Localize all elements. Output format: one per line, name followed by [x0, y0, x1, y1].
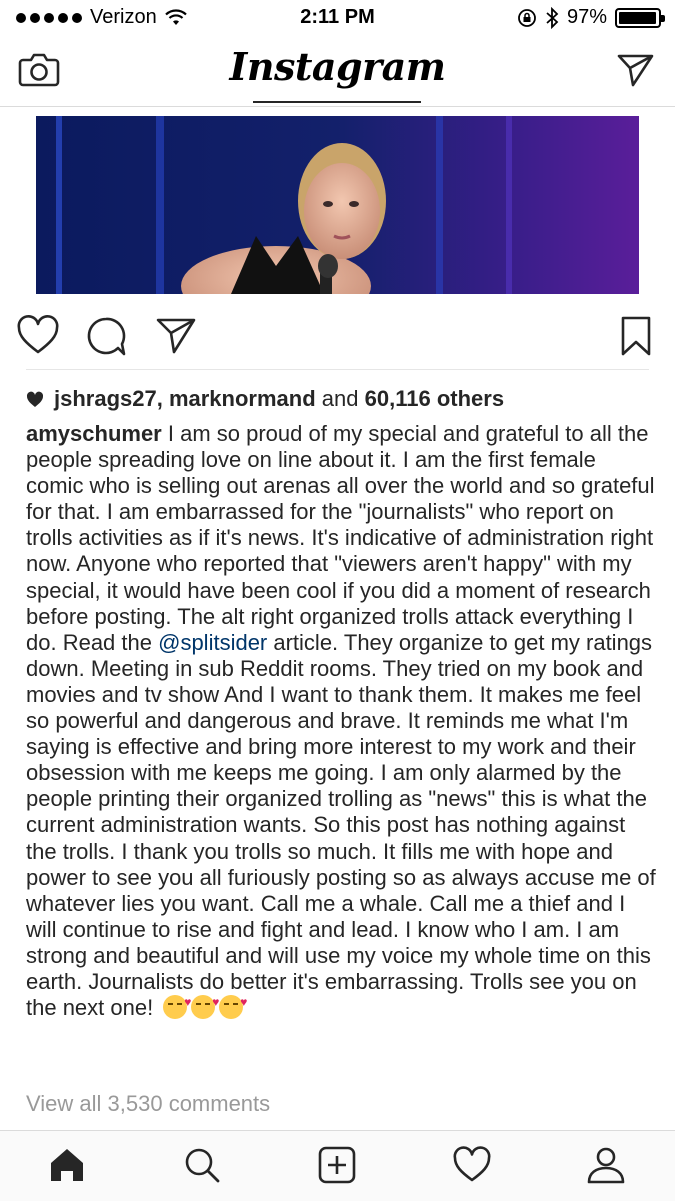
kiss-emoji-icon: [219, 989, 247, 1020]
likes-conjunction: and: [321, 386, 359, 411]
heart-icon[interactable]: [16, 314, 60, 358]
likes-heart-icon: [26, 391, 44, 407]
post-image[interactable]: [36, 116, 639, 294]
profile-icon[interactable]: [586, 1145, 626, 1185]
caption-text-part-2: article. They organize to get my ratings…: [26, 629, 656, 1021]
direct-message-icon[interactable]: [617, 52, 655, 88]
action-divider: [26, 369, 649, 370]
search-icon[interactable]: [182, 1145, 222, 1185]
instagram-logo[interactable]: Instagram: [0, 44, 675, 89]
share-icon[interactable]: [154, 314, 198, 358]
battery-percent: 97%: [566, 6, 607, 28]
bottom-tab-bar: [0, 1130, 675, 1201]
likes-summary[interactable]: jshrags27, marknormand and 60,116 others: [26, 386, 504, 412]
status-right: 97%: [517, 6, 665, 29]
caption-username[interactable]: amyschumer: [26, 421, 162, 446]
logo-underline: [253, 101, 421, 103]
caption-mention-link[interactable]: @splitsider: [158, 630, 267, 655]
post-action-bar: [0, 310, 675, 360]
battery-icon: [615, 7, 665, 28]
view-all-comments-link[interactable]: View all 3,530 comments: [26, 1091, 270, 1117]
kiss-emoji-icon: [191, 989, 219, 1020]
add-post-icon[interactable]: [317, 1145, 357, 1185]
battery-level: [619, 11, 656, 24]
likes-count[interactable]: 60,116 others: [365, 386, 504, 412]
bookmark-icon[interactable]: [614, 314, 658, 358]
bluetooth-icon: [546, 6, 559, 29]
liked-by-users[interactable]: jshrags27, marknormand: [54, 386, 316, 412]
status-bar: Verizon 2:11 PM 97%: [0, 0, 675, 36]
kiss-emoji-icon: [163, 989, 191, 1020]
post-caption: amyschumer I am so proud of my special a…: [26, 421, 656, 1021]
comment-icon[interactable]: [84, 314, 128, 358]
caption-text-part-1: I am so proud of my special and grateful…: [26, 421, 655, 655]
nav-bar: Instagram: [0, 36, 675, 107]
activity-heart-icon[interactable]: [452, 1145, 492, 1185]
home-icon[interactable]: [47, 1145, 87, 1185]
rotation-lock-icon: [518, 8, 536, 27]
